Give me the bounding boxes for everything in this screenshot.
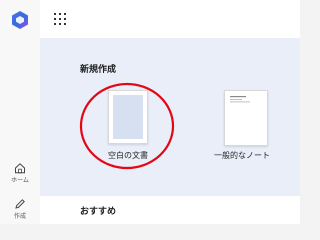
top-bar	[40, 0, 300, 38]
template-card-notes[interactable]	[224, 90, 268, 146]
left-rail: ホーム 作成	[0, 0, 41, 224]
template-label-blank: 空白の文書	[108, 151, 148, 160]
nav-create-label: 作成	[13, 213, 26, 220]
blank-page-preview	[113, 95, 143, 139]
recommend-section-title: おすすめ	[80, 207, 117, 217]
home-icon	[15, 163, 25, 174]
app-logo-icon[interactable]	[10, 10, 30, 30]
template-label-notes: 一般的なノート	[214, 151, 270, 160]
notes-page-preview	[230, 96, 250, 103]
app-launcher-icon[interactable]	[54, 13, 66, 25]
nav-home-label: ホーム	[11, 177, 29, 184]
nav-home[interactable]: ホーム	[0, 162, 40, 184]
pencil-icon	[15, 199, 25, 209]
template-card-blank[interactable]	[108, 90, 148, 144]
recommend-panel: おすすめ	[40, 196, 300, 224]
nav-create[interactable]: 作成	[0, 198, 40, 220]
new-section-title: 新規作成	[80, 65, 117, 75]
